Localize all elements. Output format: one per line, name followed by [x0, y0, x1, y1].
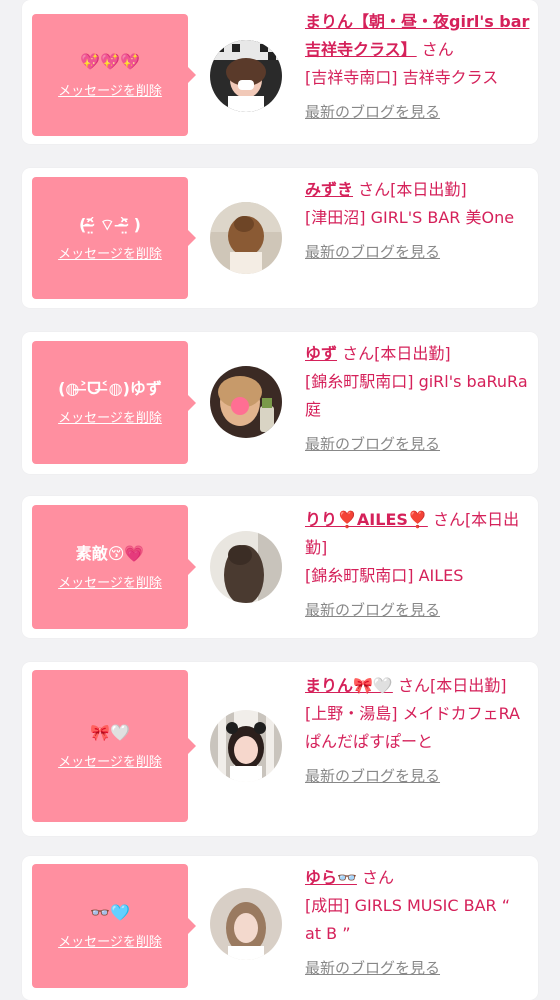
cast-name-link[interactable]: まりん🎀🤍: [305, 676, 393, 695]
name-suffix: さん[本日出勤]: [358, 180, 467, 199]
card-info: まりん【朝・昼・夜girl's bar吉祥寺クラス】 さん [吉祥寺南口] 吉祥…: [305, 8, 530, 126]
latest-blog-link[interactable]: 最新のブログを見る: [305, 762, 530, 790]
message-bubble: 🎀🤍 メッセージを削除: [32, 670, 196, 822]
message-text: 👓🩵: [90, 902, 130, 922]
message-bubble: (ᵔ̴̶̤᷄ ⌔ ᵔ̴̶̤᷅ ) メッセージを削除: [32, 177, 196, 299]
avatar[interactable]: [210, 202, 282, 274]
delete-message-link[interactable]: メッセージを削除: [58, 572, 162, 591]
card-info: ゆず さん[本日出勤] [錦糸町駅南口] giRl's baRuRa庭 最新のブ…: [305, 340, 530, 458]
shop-name: [津田沼] GIRL'S BAR 美One: [305, 208, 515, 227]
name-suffix: さん[本日出勤]: [397, 676, 507, 695]
card-info: みずき さん[本日出勤] [津田沼] GIRL'S BAR 美One 最新のブロ…: [305, 176, 530, 266]
message-text: 🎀🤍: [90, 722, 130, 742]
shop-name: [錦糸町駅南口] AILES: [305, 566, 464, 585]
avatar[interactable]: [210, 40, 282, 112]
message-card: 👓🩵 メッセージを削除 ゆら👓 さん [成田] GIRLS MUSIC BAR …: [22, 856, 538, 1000]
name-suffix: さん[本日出勤]: [342, 344, 451, 363]
cast-name-link[interactable]: ゆら👓: [305, 868, 357, 887]
message-text: (ᵔ̴̶̤᷄ ⌔ ᵔ̴̶̤᷅ ): [79, 214, 141, 234]
delete-message-link[interactable]: メッセージを削除: [58, 751, 162, 770]
delete-message-link[interactable]: メッセージを削除: [58, 931, 162, 950]
avatar[interactable]: [210, 710, 282, 782]
cast-name-link[interactable]: まりん【朝・昼・夜girl's bar吉祥寺クラス】: [305, 12, 529, 59]
name-suffix: さん: [362, 868, 395, 887]
message-card: (ᵔ̴̶̤᷄ ⌔ ᵔ̴̶̤᷅ ) メッセージを削除 みずき さん[本日出勤] […: [22, 168, 538, 308]
latest-blog-link[interactable]: 最新のブログを見る: [305, 430, 530, 458]
avatar[interactable]: [210, 888, 282, 960]
shop-name: [錦糸町駅南口] giRl's baRuRa庭: [305, 372, 528, 419]
card-info: ゆら👓 さん [成田] GIRLS MUSIC BAR “ at B ” 最新の…: [305, 864, 530, 982]
message-card: (◍˃̶ᗜ˂̶◍)ゆず メッセージを削除 ゆず さん[本日出勤] [錦糸町駅南口…: [22, 332, 538, 474]
message-bubble: 素敵😚💗 メッセージを削除: [32, 505, 196, 629]
latest-blog-link[interactable]: 最新のブログを見る: [305, 238, 530, 266]
delete-message-link[interactable]: メッセージを削除: [58, 407, 162, 426]
cast-name-link[interactable]: りり❣️AILES❣️: [305, 510, 428, 529]
message-card: 素敵😚💗 メッセージを削除 りり❣️AILES❣️ さん[本日出勤] [錦糸町駅…: [22, 496, 538, 638]
cast-name-link[interactable]: ゆず: [305, 344, 337, 363]
avatar[interactable]: [210, 366, 282, 438]
card-info: まりん🎀🤍 さん[本日出勤] [上野・湯島] メイドカフェRA ぱんだぱすぽーと…: [305, 672, 530, 790]
message-bubble: (◍˃̶ᗜ˂̶◍)ゆず メッセージを削除: [32, 341, 196, 464]
delete-message-link[interactable]: メッセージを削除: [58, 80, 162, 99]
message-bubble: 💖💖💖 メッセージを削除: [32, 14, 196, 136]
delete-message-link[interactable]: メッセージを削除: [58, 243, 162, 262]
latest-blog-link[interactable]: 最新のブログを見る: [305, 954, 530, 982]
shop-name: [成田] GIRLS MUSIC BAR “ at B ”: [305, 896, 511, 943]
message-bubble: 👓🩵 メッセージを削除: [32, 864, 196, 988]
message-text: 💖💖💖: [80, 51, 140, 71]
message-card: 💖💖💖 メッセージを削除 まりん【朝・昼・夜girl's bar吉祥寺クラス】 …: [22, 0, 538, 144]
shop-name: [吉祥寺南口] 吉祥寺クラス: [305, 68, 499, 87]
message-text: (◍˃̶ᗜ˂̶◍)ゆず: [58, 379, 162, 398]
card-info: りり❣️AILES❣️ さん[本日出勤] [錦糸町駅南口] AILES 最新のブ…: [305, 506, 530, 624]
latest-blog-link[interactable]: 最新のブログを見る: [305, 596, 530, 624]
message-text: 素敵😚💗: [75, 543, 145, 563]
shop-name: [上野・湯島] メイドカフェRA ぱんだぱすぽーと: [305, 704, 520, 751]
cast-name-link[interactable]: みずき: [305, 180, 353, 199]
latest-blog-link[interactable]: 最新のブログを見る: [305, 98, 530, 126]
message-card: 🎀🤍 メッセージを削除 まりん🎀🤍 さん[本日出勤] [上野・湯島] メイドカフ…: [22, 662, 538, 836]
avatar[interactable]: [210, 531, 282, 603]
name-suffix: さん: [421, 40, 454, 59]
